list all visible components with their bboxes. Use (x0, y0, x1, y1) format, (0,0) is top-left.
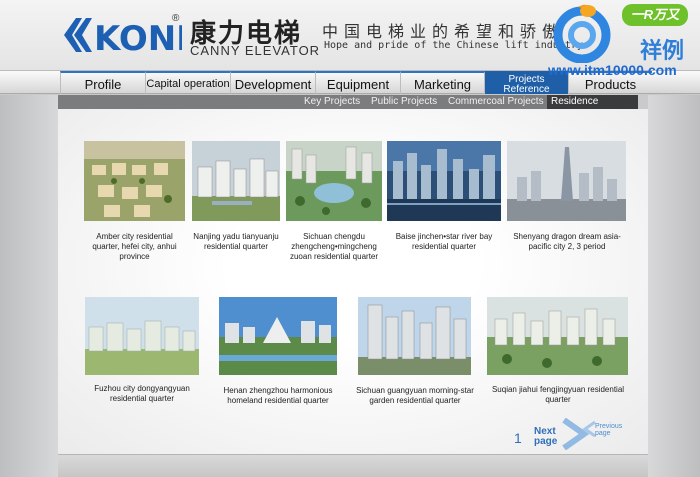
previous-page-label-1: Previous (595, 423, 623, 430)
project-caption-fuzhou-dongyangyuan: Fuzhou city dongyangyuan residential qua… (94, 384, 190, 403)
next-page-link[interactable]: Next page (534, 427, 557, 447)
nav-projects-label-2: Reference (503, 84, 550, 95)
project-image-nanjing-yadu[interactable] (192, 141, 280, 221)
logo-text: KONL (94, 19, 182, 59)
project-caption-nanjing-yadu: Nanjing yadu tianyuanju residential quar… (193, 232, 279, 251)
nav-equipment[interactable]: Equipment (315, 71, 400, 94)
project-image-suqian-jiahui[interactable] (487, 297, 628, 375)
nav-profile[interactable]: Profile (60, 71, 145, 94)
project-caption-suqian-jiahui: Suqian jiahui fengjingyuan residential q… (491, 385, 625, 404)
sub-nav: Key Projects Public Projects Commercoal … (58, 95, 638, 121)
project-image-sichuan-chengdu[interactable] (286, 141, 382, 221)
project-caption-sichuan-chengdu: Sichuan chengdu zhengcheng•mingcheng zuo… (289, 232, 379, 261)
registered-mark: ® (172, 13, 180, 24)
project-caption-baise-jinchen: Baise jinchen•star river bay residential… (395, 232, 493, 251)
page-number: 1 (514, 430, 522, 446)
slogan-cn: 中国电梯业的希望和骄傲 (322, 22, 565, 41)
left-side-panel (0, 95, 58, 477)
nav-marketing[interactable]: Marketing (400, 71, 484, 94)
brand-name-en: CANNY ELEVATOR (190, 43, 321, 58)
project-image-shenyang-dragon[interactable] (507, 141, 626, 221)
project-image-fuzhou-dongyangyuan[interactable] (85, 297, 199, 375)
project-image-henan-zhengzhou[interactable] (219, 297, 337, 375)
watermark-url: www.itm10000.com (548, 62, 677, 78)
watermark-word: 祥例 (640, 39, 685, 64)
next-page-label-2: page (534, 436, 558, 447)
slogan-en: Hope and pride of the Chinese lift indus… (324, 40, 583, 51)
subnav-key-projects[interactable]: Key Projects (304, 95, 360, 109)
project-caption-shenyang-dragon: Shenyang dragon dream asia-pacific city … (513, 232, 621, 251)
watermark-logo-icon (553, 4, 611, 63)
previous-page-label-2: page (595, 430, 611, 437)
project-caption-henan-zhengzhou: Henan zhengzhou harmonious homeland resi… (223, 386, 333, 405)
nav-development[interactable]: Development (230, 71, 315, 94)
project-caption-amber-city: Amber city residential quarter, hefei ci… (92, 232, 177, 261)
watermark-badge: 一R万又 (622, 4, 688, 26)
subnav-commercial-projects[interactable]: Commercoal Projects (448, 95, 544, 109)
subnav-public-projects[interactable]: Public Projects (371, 95, 437, 109)
konl-logo[interactable]: KONL (62, 10, 182, 60)
previous-page-link[interactable]: Previous page (595, 423, 622, 437)
project-image-baise-jinchen[interactable] (387, 141, 501, 221)
right-side-panel (648, 95, 700, 477)
project-image-amber-city[interactable] (84, 141, 185, 221)
project-caption-sichuan-guangyuan: Sichuan guangyuan morning-star garden re… (356, 386, 474, 405)
project-image-sichuan-guangyuan[interactable] (358, 297, 471, 375)
subnav-residence-projects[interactable]: Residence Projects (547, 95, 638, 121)
nav-capital-operation[interactable]: Capital operation (145, 71, 230, 94)
site-header: KONL ® 康力电梯 CANNY ELEVATOR 中国电梯业的希望和骄傲 H… (0, 0, 700, 70)
footer-bar (58, 454, 648, 477)
